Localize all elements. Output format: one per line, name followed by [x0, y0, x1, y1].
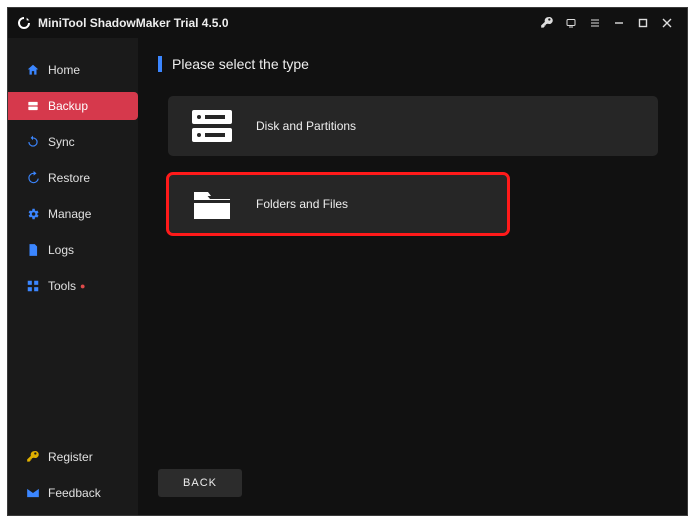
device-icon[interactable] — [559, 11, 583, 35]
sidebar-item-feedback[interactable]: Feedback — [8, 479, 138, 507]
sidebar: Home Backup Sync Restore — [8, 38, 138, 515]
notification-dot-icon: ● — [80, 281, 85, 291]
sync-icon — [26, 135, 40, 149]
feedback-icon — [26, 486, 40, 500]
sidebar-item-label: Sync — [48, 135, 75, 149]
minimize-button[interactable] — [607, 11, 631, 35]
close-button[interactable] — [655, 11, 679, 35]
app-window: MiniTool ShadowMaker Trial 4.5.0 — [7, 7, 688, 516]
option-list: Disk and Partitions Folders and Files — [158, 96, 667, 234]
register-key-icon — [26, 450, 40, 464]
main-panel: Please select the type Disk — [138, 38, 687, 515]
sidebar-item-label: Feedback — [48, 486, 101, 500]
menu-icon[interactable] — [583, 11, 607, 35]
backup-icon — [26, 99, 40, 113]
sidebar-item-label: Restore — [48, 171, 90, 185]
option-disk-and-partitions[interactable]: Disk and Partitions — [168, 96, 658, 156]
sidebar-item-label: Home — [48, 63, 80, 77]
manage-icon — [26, 207, 40, 221]
disk-partitions-icon — [188, 106, 236, 146]
heading-accent-bar-icon — [158, 56, 162, 72]
option-label: Disk and Partitions — [256, 119, 356, 133]
logs-icon — [26, 243, 40, 257]
sidebar-item-label: Register — [48, 450, 93, 464]
sidebar-item-restore[interactable]: Restore — [8, 164, 138, 192]
sidebar-item-sync[interactable]: Sync — [8, 128, 138, 156]
maximize-button[interactable] — [631, 11, 655, 35]
sidebar-item-logs[interactable]: Logs — [8, 236, 138, 264]
folder-icon — [188, 184, 236, 224]
page-heading: Please select the type — [158, 56, 667, 72]
sidebar-item-label: Backup — [48, 99, 88, 113]
back-button-label: BACK — [183, 477, 217, 489]
heading-text: Please select the type — [172, 56, 309, 72]
sidebar-item-register[interactable]: Register — [8, 443, 138, 471]
key-icon[interactable] — [535, 11, 559, 35]
option-label: Folders and Files — [256, 197, 348, 211]
titlebar: MiniTool ShadowMaker Trial 4.5.0 — [8, 8, 687, 38]
app-logo-icon — [16, 15, 32, 31]
sidebar-item-manage[interactable]: Manage — [8, 200, 138, 228]
restore-icon — [26, 171, 40, 185]
sidebar-item-backup[interactable]: Backup — [8, 92, 138, 120]
tools-icon — [26, 279, 40, 293]
sidebar-item-label: Logs — [48, 243, 74, 257]
option-folders-and-files[interactable]: Folders and Files — [168, 174, 508, 234]
app-title: MiniTool ShadowMaker Trial 4.5.0 — [38, 16, 229, 30]
home-icon — [26, 63, 40, 77]
back-button[interactable]: BACK — [158, 469, 242, 497]
sidebar-item-label: Tools — [48, 279, 76, 293]
sidebar-item-home[interactable]: Home — [8, 56, 138, 84]
sidebar-item-tools[interactable]: Tools ● — [8, 272, 138, 300]
sidebar-item-label: Manage — [48, 207, 91, 221]
